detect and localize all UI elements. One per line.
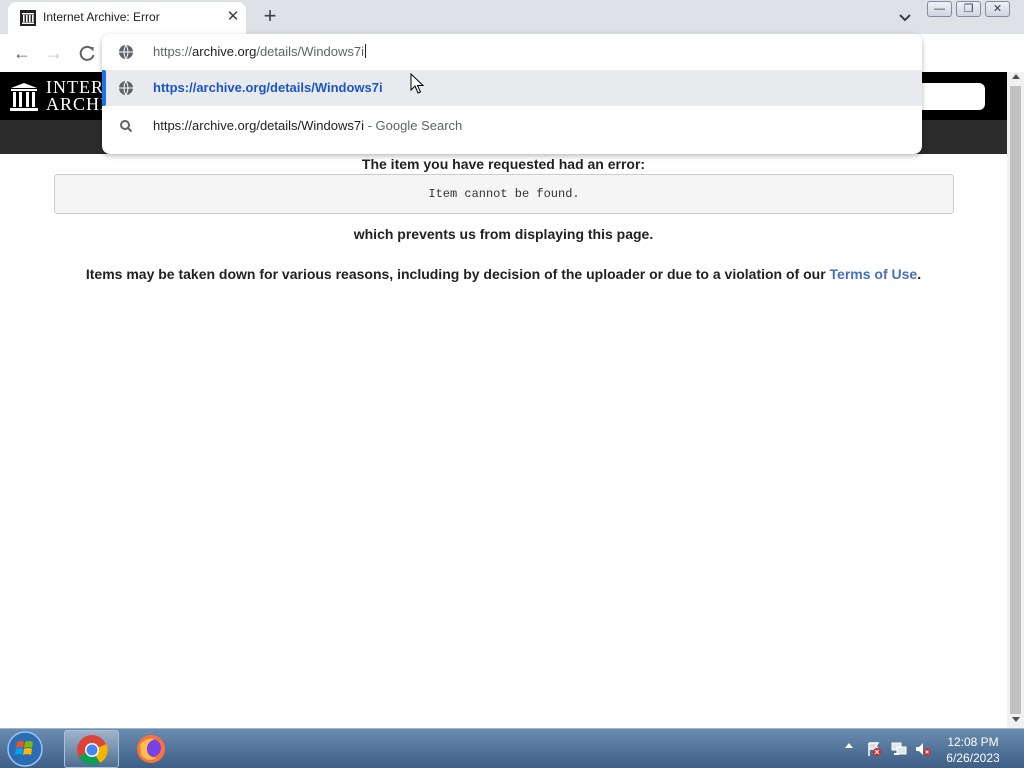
action-center-flag-icon[interactable] — [866, 741, 882, 757]
address-bar-input[interactable]: https://archive.org/details/Windows7i — [102, 34, 922, 70]
taskbar-chrome-button[interactable] — [64, 730, 119, 768]
text-caret — [365, 44, 366, 58]
system-clock[interactable]: 12:08 PM 6/26/2023 — [938, 734, 1008, 766]
network-icon[interactable] — [891, 741, 907, 757]
chrome-icon — [77, 735, 108, 766]
tab-search-chevron-icon[interactable] — [896, 8, 914, 26]
clock-date: 6/26/2023 — [946, 751, 1000, 765]
omnibox-dropdown: https://archive.org/details/Windows7i ht… — [102, 34, 922, 154]
suggestion-url-text: https://archive.org/details/Windows7i — [153, 80, 383, 95]
mouse-cursor-icon — [410, 73, 424, 94]
window-controls: — ❐ ✕ — [927, 1, 1014, 18]
suggestion-search-text: https://archive.org/details/Windows7i - … — [153, 118, 462, 133]
suggestion-search[interactable]: https://archive.org/details/Windows7i - … — [102, 108, 922, 144]
reasons-end: . — [917, 266, 922, 282]
clock-time: 12:08 PM — [947, 735, 999, 749]
address-bar-text: https://archive.org/details/Windows7i — [153, 44, 366, 59]
forward-arrow-icon[interactable]: → — [43, 42, 65, 64]
volume-muted-icon[interactable] — [915, 741, 931, 757]
taskbar-firefox-button[interactable] — [126, 730, 176, 768]
tab-internet-archive[interactable]: Internet Archive: Error ✕ — [8, 2, 246, 34]
scrollbar-thumb[interactable] — [1010, 86, 1021, 714]
suggestion-query: https://archive.org/details/Windows7i — [153, 118, 364, 133]
error-message-box: Item cannot be found. — [54, 174, 954, 214]
archive-favicon-icon — [20, 10, 36, 26]
globe-icon — [119, 80, 133, 96]
globe-icon — [119, 44, 133, 60]
reload-icon[interactable] — [76, 42, 98, 64]
minimize-button[interactable]: — — [927, 1, 952, 17]
scroll-down-arrow-icon[interactable] — [1012, 717, 1020, 722]
url-host: archive.org — [192, 44, 257, 59]
terms-of-use-link[interactable]: Terms of Use — [830, 266, 918, 282]
archive-logo-icon[interactable] — [10, 82, 38, 112]
suggestion-engine: - Google Search — [363, 118, 463, 133]
restore-button[interactable]: ❐ — [956, 1, 981, 17]
error-heading: The item you have requested had an error… — [361, 156, 646, 172]
url-path: /details/Windows7i — [256, 44, 364, 59]
tab-close-icon[interactable]: ✕ — [225, 8, 241, 26]
reasons-body: Items may be taken down for various reas… — [85, 266, 830, 282]
tab-title: Internet Archive: Error — [43, 10, 160, 24]
prevents-text: which prevents us from displaying this p… — [353, 226, 654, 242]
reasons-text: Items may be taken down for various reas… — [0, 266, 1007, 282]
suggestion-url[interactable]: https://archive.org/details/Windows7i — [102, 70, 922, 106]
scroll-up-arrow-icon[interactable] — [1012, 74, 1020, 79]
brand-line-2: ARCHI — [46, 94, 108, 114]
firefox-icon — [137, 735, 165, 763]
page-scrollbar[interactable] — [1007, 72, 1024, 728]
new-tab-button[interactable]: + — [259, 4, 281, 28]
close-window-button[interactable]: ✕ — [985, 1, 1010, 17]
back-arrow-icon[interactable]: ← — [11, 42, 33, 64]
windows-taskbar: 12:08 PM 6/26/2023 — [0, 728, 1024, 768]
windows-start-icon[interactable] — [4, 730, 46, 768]
search-icon — [120, 120, 133, 133]
site-brand[interactable]: INTER ARCHI — [46, 78, 108, 114]
url-scheme: https:// — [153, 44, 193, 59]
show-hidden-icons-arrow[interactable] — [845, 743, 853, 748]
tab-strip: Internet Archive: Error ✕ + — ❐ ✕ — [0, 0, 1024, 34]
